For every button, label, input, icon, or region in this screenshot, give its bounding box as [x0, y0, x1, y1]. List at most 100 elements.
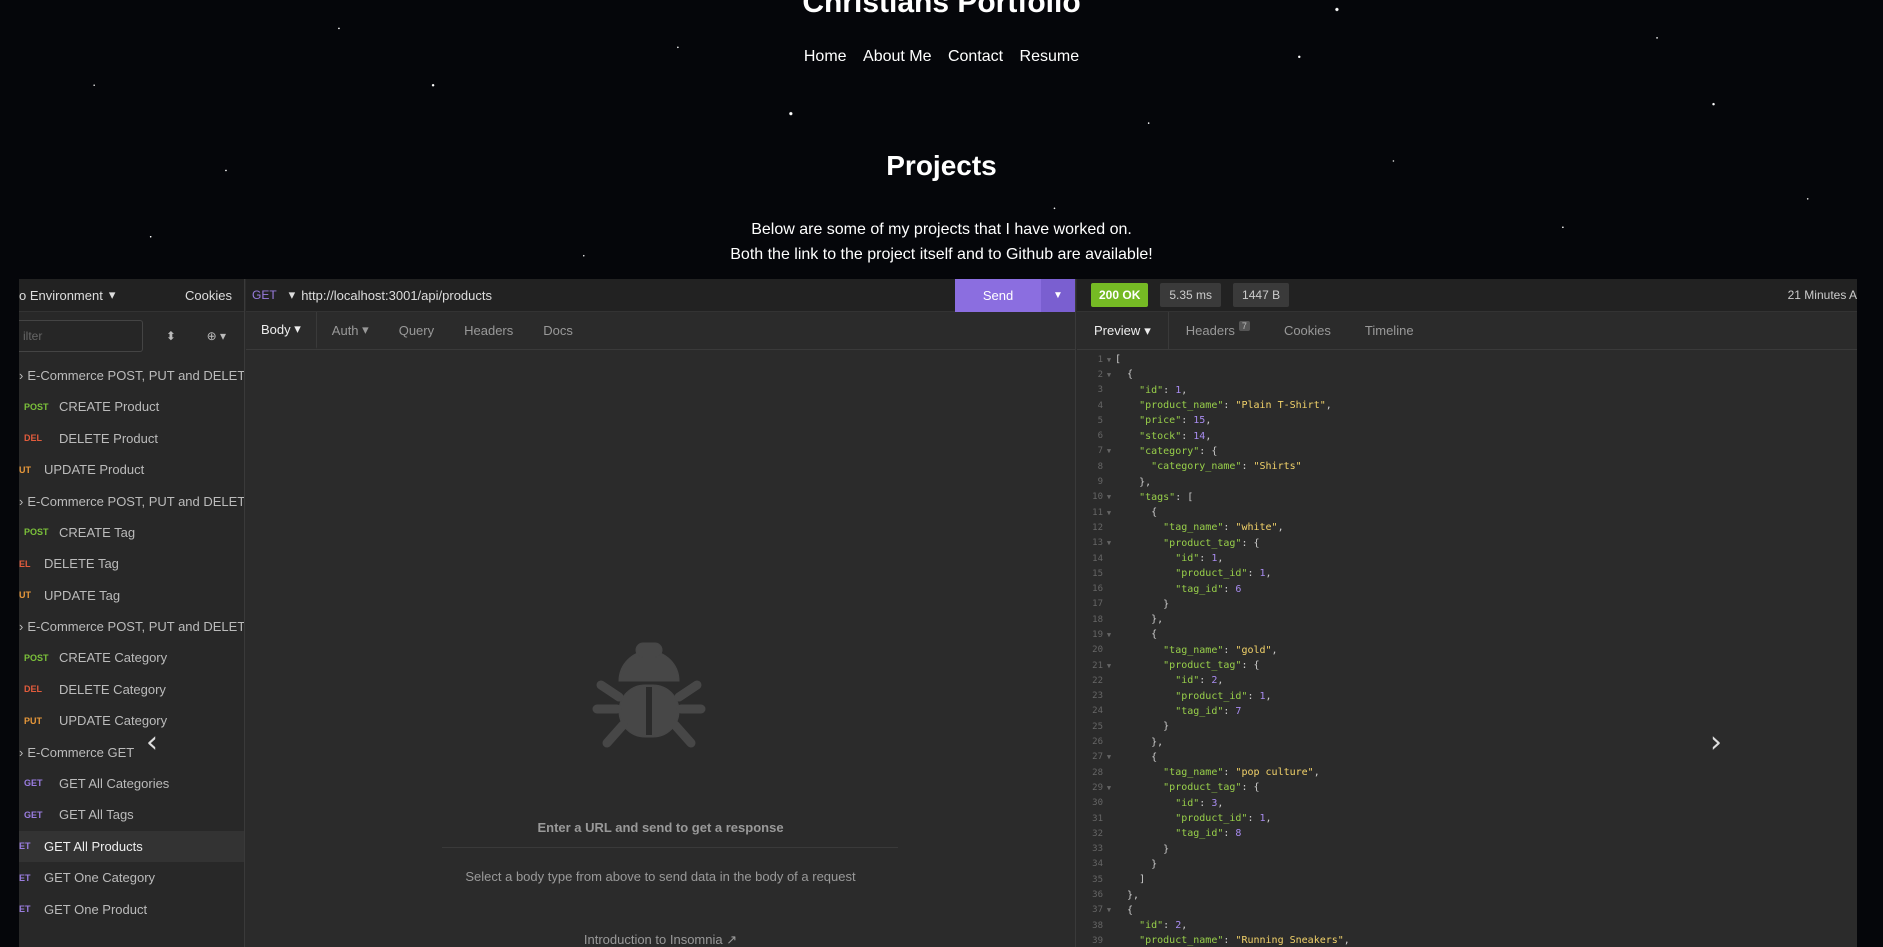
- line-number: 16: [1092, 584, 1103, 595]
- tab-timeline[interactable]: Timeline: [1348, 312, 1431, 349]
- request-item[interactable]: POST CREATE Tag: [19, 517, 244, 549]
- code-line: 9 },: [1077, 474, 1857, 489]
- fold-arrow-icon[interactable]: ▼: [1103, 371, 1115, 379]
- response-age[interactable]: 21 Minutes A: [1788, 288, 1857, 302]
- projects-desc-line1: Below are some of my projects that I hav…: [751, 221, 1132, 238]
- method-selector[interactable]: GET: [246, 288, 289, 302]
- fold-arrow-icon[interactable]: ▼: [1103, 753, 1115, 761]
- method-badge: POST: [24, 527, 49, 538]
- fold-arrow-icon[interactable]: ▼: [1103, 539, 1115, 547]
- line-number: 39: [1092, 935, 1103, 946]
- code-token: "product_tag": [1115, 537, 1242, 549]
- filter-input[interactable]: ilter: [19, 320, 144, 352]
- request-item[interactable]: DEL DELETE Product: [19, 423, 244, 455]
- tab-cookies[interactable]: Cookies: [1267, 312, 1348, 349]
- fold-arrow-icon[interactable]: ▼: [1103, 906, 1115, 914]
- code-token: "category": [1115, 445, 1200, 457]
- tab-auth-label: Auth: [331, 322, 359, 338]
- code-token: "gold": [1235, 644, 1272, 656]
- tab-docs[interactable]: Docs: [528, 311, 588, 349]
- request-item[interactable]: PUT UPDATE Category: [19, 705, 244, 737]
- code-line: 21 ▼ "product_tag": {: [1077, 658, 1857, 673]
- nav-about-link[interactable]: About Me: [863, 48, 931, 65]
- code-token: "tag_name": [1115, 767, 1224, 779]
- tab-body[interactable]: Body ▾: [246, 311, 317, 349]
- cookies-button[interactable]: Cookies: [185, 288, 232, 303]
- line-number: 1: [1097, 354, 1103, 365]
- nav-resume-link[interactable]: Resume: [1020, 48, 1080, 65]
- folder-item[interactable]: › E-Commerce GET: [19, 737, 244, 768]
- code-line: 18 },: [1077, 612, 1857, 627]
- fold-arrow-icon[interactable]: ▼: [1103, 631, 1115, 639]
- projects-desc-line2: Both the link to the project itself and …: [730, 246, 1153, 263]
- request-item[interactable]: UT UPDATE Tag: [19, 580, 244, 612]
- line-number: 21: [1092, 660, 1103, 671]
- request-label: GET All Categories: [59, 775, 170, 791]
- project-screenshot: o Environment ▾ Cookies ilter ⬍ ⊕ ▾ › E-C…: [19, 279, 1857, 947]
- sort-icon[interactable]: ⬍: [153, 329, 188, 343]
- code-token: ,: [1205, 430, 1212, 442]
- tab-query[interactable]: Query: [384, 311, 449, 349]
- code-token: "product_tag": [1115, 660, 1242, 672]
- code-token: :: [1181, 430, 1194, 442]
- fold-arrow-icon[interactable]: ▼: [1103, 662, 1115, 670]
- tab-auth[interactable]: Auth ▾: [317, 311, 384, 349]
- send-button[interactable]: Send: [955, 279, 1041, 312]
- chevron-right-icon[interactable]: ›: [1710, 725, 1722, 760]
- line-number: 14: [1092, 553, 1103, 564]
- nav-contact-link[interactable]: Contact: [948, 48, 1003, 65]
- fold-arrow-icon[interactable]: ▼: [1103, 356, 1115, 364]
- empty-state-subtitle: Select a body type from above to send da…: [465, 869, 856, 884]
- code-token: ,: [1265, 690, 1272, 702]
- code-token: ,: [1277, 522, 1284, 534]
- projects-heading: Projects: [886, 150, 997, 181]
- external-link-icon: ↗: [726, 932, 738, 947]
- environment-dropdown[interactable]: o Environment ▾: [19, 287, 115, 303]
- chevron-down-icon: ›: [19, 493, 24, 509]
- code-line: 20 "tag_name": "gold",: [1077, 643, 1857, 658]
- code-token: :: [1181, 415, 1194, 427]
- url-input[interactable]: ▾ http://localhost:3001/api/products: [289, 287, 955, 303]
- request-item[interactable]: GET GET All Categories: [19, 768, 244, 800]
- request-item[interactable]: ET GET All Products: [19, 830, 244, 862]
- nav-home-link[interactable]: Home: [804, 48, 847, 65]
- code-line: 37 ▼ {: [1077, 903, 1857, 918]
- request-item[interactable]: GET GET All Tags: [19, 799, 244, 831]
- method-badge: EL: [19, 558, 31, 569]
- response-body-viewer[interactable]: 1 ▼[2 ▼ {3 "id": 1,4 "product_name": "Plai…: [1077, 352, 1857, 947]
- add-dropdown-icon[interactable]: ⊕ ▾: [199, 329, 234, 343]
- request-item[interactable]: EL DELETE Tag: [19, 548, 244, 580]
- tab-response-headers[interactable]: Headers 7: [1169, 312, 1267, 349]
- fold-arrow-icon[interactable]: ▼: [1103, 493, 1115, 501]
- request-item[interactable]: POST CREATE Product: [19, 391, 244, 423]
- send-options-icon[interactable]: ▼: [1041, 279, 1075, 312]
- intro-insomnia-link[interactable]: Introduction to Insomnia ↗: [246, 932, 1075, 947]
- request-item[interactable]: ET GET One Category: [19, 862, 244, 894]
- folder-item[interactable]: › E-Commerce POST, PUT and DELETE...: [19, 611, 244, 642]
- tab-headers[interactable]: Headers: [449, 311, 528, 349]
- request-item[interactable]: ET GET One Product: [19, 894, 244, 926]
- code-token: ,: [1217, 553, 1224, 564]
- code-line: 8 "category_name": "Shirts": [1077, 459, 1857, 474]
- fold-arrow-icon[interactable]: ▼: [1103, 447, 1115, 455]
- fold-arrow-icon[interactable]: ▼: [1103, 784, 1115, 792]
- response-status-bar: 200 OK 5.35 ms 1447 B 21 Minutes A: [1077, 279, 1857, 312]
- request-item[interactable]: POST CREATE Category: [19, 642, 244, 674]
- chevron-left-icon[interactable]: ‹: [146, 725, 158, 760]
- request-label: DELETE Category: [59, 681, 166, 697]
- request-item[interactable]: UT UPDATE Product: [19, 454, 244, 486]
- fold-arrow-icon[interactable]: ▼: [1103, 509, 1115, 517]
- tab-preview[interactable]: Preview ▾: [1077, 312, 1169, 349]
- code-token: ,: [1271, 644, 1278, 656]
- code-token: },: [1115, 614, 1164, 626]
- code-token: :: [1199, 675, 1212, 687]
- folder-item[interactable]: › E-Commerce POST, PUT and DELETE...: [19, 360, 244, 391]
- line-number: 15: [1092, 568, 1103, 579]
- code-token: :: [1163, 384, 1176, 396]
- request-label: DELETE Tag: [44, 556, 119, 572]
- code-token: ,: [1313, 767, 1320, 779]
- request-item[interactable]: DEL DELETE Category: [19, 674, 244, 706]
- method-badge: POST: [24, 401, 49, 412]
- response-pane: 200 OK 5.35 ms 1447 B 21 Minutes A Previ…: [1077, 279, 1857, 947]
- folder-item[interactable]: › E-Commerce POST, PUT and DELETE...: [19, 486, 244, 517]
